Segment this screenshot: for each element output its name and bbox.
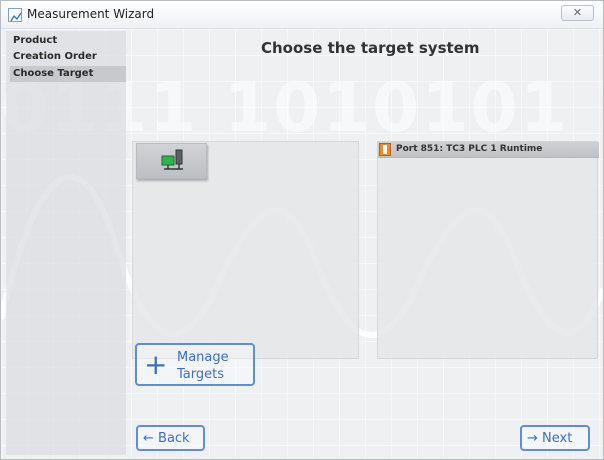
back-label: ← Back	[143, 431, 190, 446]
back-button[interactable]: ← Back	[136, 425, 205, 451]
sidebar-item-choose-target[interactable]: Choose Target	[10, 66, 126, 82]
window-title: Measurement Wizard	[27, 7, 155, 21]
manage-targets-label: Manage Targets	[177, 350, 229, 382]
next-button[interactable]: → Next	[520, 425, 590, 451]
wizard-sidebar: Product Creation Order Choose Target	[6, 31, 126, 455]
sidebar-item-product[interactable]: Product	[10, 33, 126, 49]
next-label: → Next	[527, 431, 573, 446]
runtime-label: Port 851: TC3 PLC 1 Runtime	[396, 144, 543, 154]
runtime-item[interactable]: Port 851: TC3 PLC 1 Runtime	[378, 142, 599, 158]
computer-network-icon	[161, 149, 183, 170]
sidebar-item-creation-order[interactable]: Creation Order	[10, 49, 126, 65]
runtime-panel: Port 851: TC3 PLC 1 Runtime	[377, 141, 599, 359]
wizard-stage: 0111 1010101 10 Product Creation Order C…	[1, 29, 603, 459]
chart-icon	[8, 8, 22, 22]
target-systems-panel	[132, 141, 359, 359]
manage-targets-button[interactable]: + Manage Targets	[135, 343, 255, 386]
plc-runtime-icon	[379, 143, 391, 156]
close-button[interactable]: ✕	[561, 5, 594, 21]
plus-icon: +	[144, 348, 168, 381]
target-system-tile[interactable]	[136, 143, 207, 179]
measurement-wizard-window: Measurement Wizard ✕ 0111 1010101 10 Pro…	[0, 0, 604, 460]
title-bar: Measurement Wizard ✕	[1, 1, 603, 29]
page-title: Choose the target system	[261, 39, 480, 57]
